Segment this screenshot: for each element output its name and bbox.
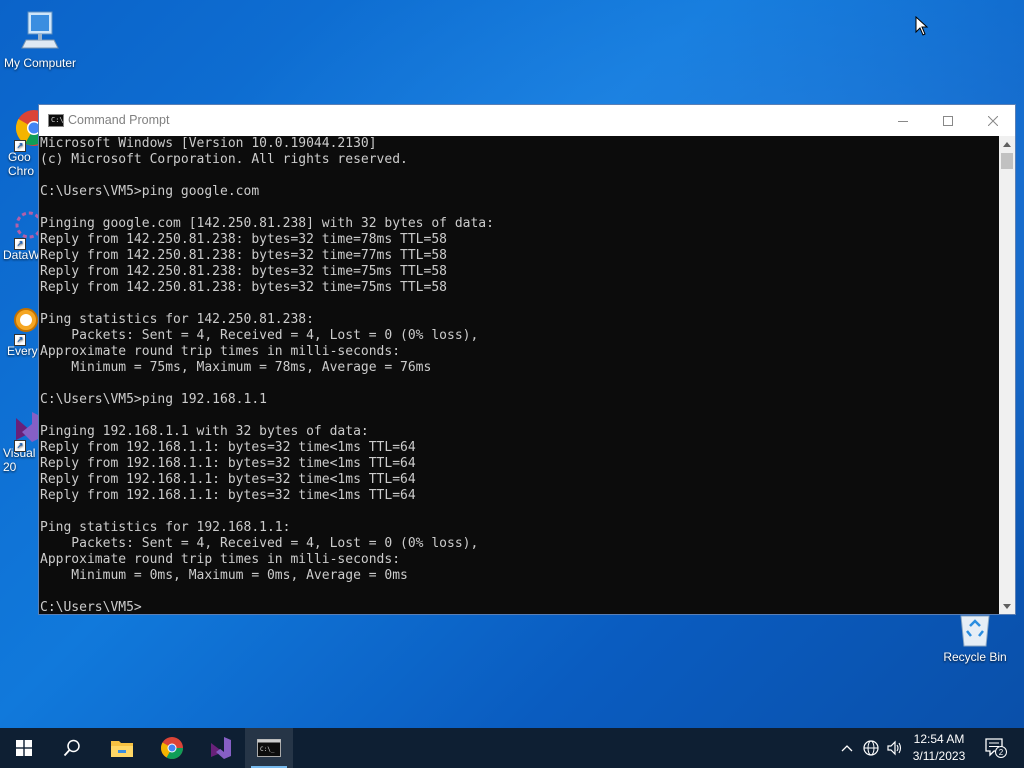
- taskbar-clock[interactable]: 12:54 AM 3/11/2023: [906, 731, 972, 765]
- command-prompt-icon: C:\: [48, 114, 64, 127]
- console-line: Ping statistics for 142.250.81.238:: [40, 312, 314, 327]
- close-icon: [988, 115, 998, 126]
- close-button[interactable]: [970, 105, 1016, 136]
- shortcut-arrow-icon: ↗: [14, 440, 26, 452]
- console-line: Reply from 142.250.81.238: bytes=32 time…: [40, 280, 447, 295]
- search-button[interactable]: [48, 728, 96, 768]
- console-line: C:\Users\VM5>: [40, 600, 142, 614]
- svg-text:C:\_: C:\_: [260, 746, 275, 753]
- chevron-up-icon: [841, 745, 853, 752]
- desktop-icon-label: My Computer: [3, 56, 77, 70]
- scroll-down-arrow-icon: [1003, 603, 1011, 609]
- folder-icon: [111, 741, 133, 757]
- start-button[interactable]: [0, 728, 48, 768]
- scroll-down-button[interactable]: [999, 598, 1015, 614]
- desktop-icon-label: DataW: [3, 248, 38, 262]
- search-icon: [63, 739, 80, 757]
- desktop-icon-label: Every: [7, 344, 38, 358]
- console-line: Reply from 192.168.1.1: bytes=32 time<1m…: [40, 456, 416, 471]
- console-line: Reply from 192.168.1.1: bytes=32 time<1m…: [40, 488, 416, 503]
- console-line: C:\Users\VM5>ping 192.168.1.1: [40, 392, 267, 407]
- volume-button[interactable]: [884, 728, 906, 768]
- taskbar-chrome[interactable]: [148, 728, 196, 768]
- console-output[interactable]: Microsoft Windows [Version 10.0.19044.21…: [39, 136, 1000, 614]
- visual-studio-icon: [16, 412, 38, 442]
- console-line: Approximate round trip times in milli-se…: [40, 552, 401, 567]
- desktop-icon-my-computer[interactable]: My Computer: [0, 8, 80, 70]
- shortcut-arrow-icon: ↗: [14, 334, 26, 346]
- console-line: Reply from 142.250.81.238: bytes=32 time…: [40, 232, 447, 247]
- show-hidden-icons-button[interactable]: [838, 728, 856, 768]
- computer-icon: [21, 11, 59, 49]
- datawrangler-icon: [15, 211, 38, 239]
- desktop-icon-datawrangler[interactable]: ↗ DataW: [0, 210, 38, 262]
- taskbar: C:\_ 12:54 AM 3/11/2023 2: [0, 728, 1024, 768]
- shortcut-arrow-icon: ↗: [14, 140, 26, 152]
- console-line: Reply from 142.250.81.238: bytes=32 time…: [40, 264, 447, 279]
- console-line: Reply from 142.250.81.238: bytes=32 time…: [40, 248, 447, 263]
- console-line: (c) Microsoft Corporation. All rights re…: [40, 152, 408, 167]
- console-line: Pinging 192.168.1.1 with 32 bytes of dat…: [40, 424, 369, 439]
- recycle-bin-icon: [960, 615, 990, 647]
- window-titlebar[interactable]: C:\ Command Prompt: [39, 105, 1015, 136]
- scrollbar-thumb[interactable]: [1001, 153, 1013, 169]
- visual-studio-icon: [211, 737, 231, 759]
- network-button[interactable]: [860, 728, 882, 768]
- console-text: Microsoft Windows [Version 10.0.19044.21…: [39, 136, 1000, 614]
- maximize-icon: [943, 115, 953, 126]
- taskbar-command-prompt[interactable]: C:\_: [245, 728, 293, 768]
- chrome-icon: [161, 737, 183, 759]
- vertical-scrollbar[interactable]: [999, 136, 1015, 614]
- desktop-icon-everything[interactable]: ↗ Every: [0, 306, 38, 358]
- clock-date: 3/11/2023: [912, 749, 966, 763]
- taskbar-file-explorer[interactable]: [98, 728, 146, 768]
- console-line: Microsoft Windows [Version 10.0.19044.21…: [40, 136, 377, 151]
- maximize-button[interactable]: [925, 105, 971, 136]
- console-line: Reply from 192.168.1.1: bytes=32 time<1m…: [40, 472, 416, 487]
- notification-icon: 2: [985, 738, 1007, 758]
- taskbar-visual-studio[interactable]: [197, 728, 245, 768]
- scroll-up-button[interactable]: [999, 136, 1015, 152]
- console-line: C:\Users\VM5>ping google.com: [40, 184, 260, 199]
- console-line: Pinging google.com [142.250.81.238] with…: [40, 216, 494, 231]
- window-title: Command Prompt: [68, 113, 170, 127]
- notification-count: 2: [999, 748, 1004, 757]
- clock-time: 12:54 AM: [913, 732, 965, 746]
- console-line: Minimum = 75ms, Maximum = 78ms, Average …: [40, 360, 432, 375]
- windows-logo-icon: [16, 740, 32, 756]
- console-line: Reply from 192.168.1.1: bytes=32 time<1m…: [40, 440, 416, 455]
- network-globe-icon: [863, 740, 879, 756]
- desktop-icon-label: Recycle Bin: [943, 650, 1007, 664]
- minimize-icon: [898, 120, 908, 122]
- notification-center-button[interactable]: 2: [976, 728, 1016, 768]
- console-line: Ping statistics for 192.168.1.1:: [40, 520, 291, 535]
- minimize-button[interactable]: [880, 105, 926, 136]
- console-line: Packets: Sent = 4, Received = 4, Lost = …: [40, 328, 479, 343]
- desktop-icon-recycle-bin[interactable]: Recycle Bin: [935, 612, 1015, 664]
- speaker-icon: [887, 740, 902, 756]
- shortcut-arrow-icon: ↗: [14, 238, 26, 250]
- desktop-icon-visual-studio[interactable]: ↗ Visual 20: [0, 410, 38, 474]
- scroll-up-arrow-icon: [1003, 141, 1011, 147]
- command-prompt-window[interactable]: C:\ Command Prompt Microsoft Windows [Ve…: [38, 104, 1016, 615]
- command-prompt-icon: C:\_: [257, 739, 281, 757]
- mouse-cursor-icon: [915, 16, 929, 36]
- console-line: Packets: Sent = 4, Received = 4, Lost = …: [40, 536, 479, 551]
- console-line: Minimum = 0ms, Maximum = 0ms, Average = …: [40, 568, 408, 583]
- console-line: Approximate round trip times in milli-se…: [40, 344, 401, 359]
